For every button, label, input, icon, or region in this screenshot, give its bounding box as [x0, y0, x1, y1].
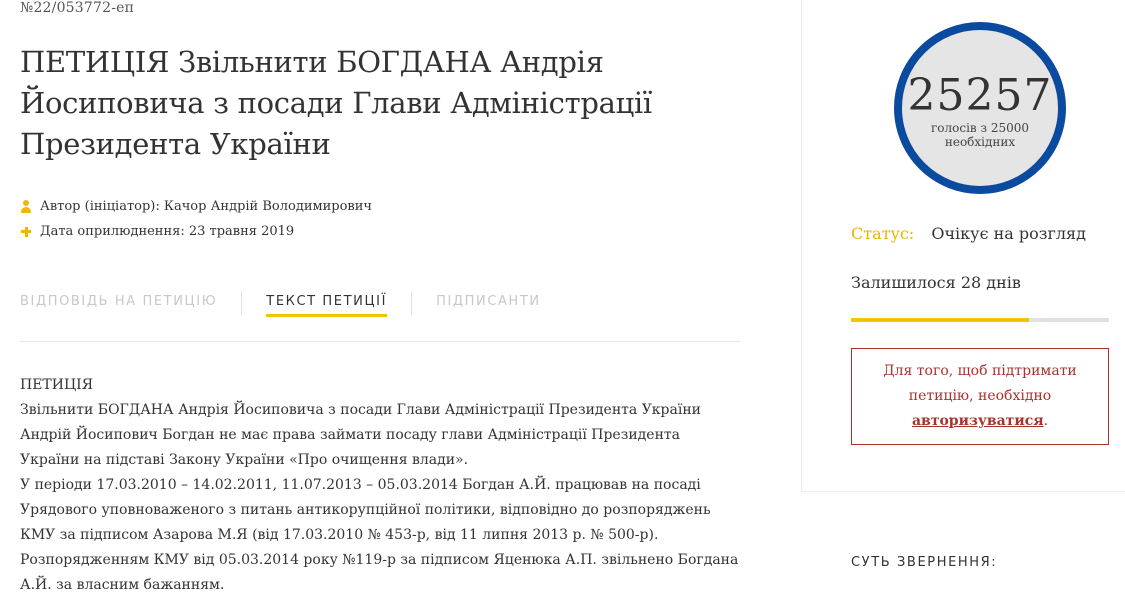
tab-divider: [241, 291, 243, 315]
tab-signatories[interactable]: ПІДПИСАНТИ: [436, 289, 541, 319]
auth-text-end: .: [1043, 413, 1049, 429]
progress-fill: [851, 318, 1030, 322]
page-title: ПЕТИЦІЯ Звільнити БОГДАНА Андрія Йосипов…: [20, 45, 652, 161]
petition-page: №22/053772-еп ПЕТИЦІЯ Звільнити БОГДАНА …: [0, 0, 1125, 594]
user-icon: [20, 200, 32, 213]
tab-response[interactable]: ВІДПОВІДЬ НА ПЕТИЦІЮ: [20, 289, 217, 319]
petition-text: ПЕТИЦІЯ Звільнити БОГДАНА Андрія Йосипов…: [20, 373, 740, 594]
status-label: Статус:: [851, 224, 915, 243]
days-remaining: Залишилося 28 днів: [851, 273, 1021, 292]
status-row: Статус: Очікує на розгляд: [851, 224, 1086, 243]
petition-author: Автор (ініціатор): Качор Андрій Володими…: [20, 199, 740, 214]
essence-heading: СУТЬ ЗВЕРНЕННЯ:: [851, 555, 998, 570]
vote-caption: голосів з 25000 необхідних: [930, 121, 1030, 149]
petition-paragraph: Звільнити БОГДАНА Андрія Йосиповича з по…: [20, 402, 702, 418]
content-divider: [20, 341, 740, 342]
tab-divider: [411, 291, 413, 315]
author-text: Автор (ініціатор): Качор Андрій Володими…: [40, 199, 372, 214]
petition-text-heading: ПЕТИЦІЯ: [20, 377, 94, 393]
status-value: Очікує на розгляд: [931, 224, 1086, 243]
plus-icon: [20, 225, 32, 238]
petition-tabs: ВІДПОВІДЬ НА ПЕТИЦІЮ ТЕКСТ ПЕТИЦІЇ ПІДПИ…: [20, 289, 740, 319]
petition-paragraph: Андрій Йосипович Богдан не має права зай…: [20, 427, 680, 468]
petition-paragraph: У періоди 17.03.2010 – 14.02.2011, 11.07…: [20, 477, 711, 543]
petition-paragraph: Розпорядженням КМУ від 05.03.2014 року №…: [20, 552, 739, 593]
vote-counter: 25257 голосів з 25000 необхідних: [894, 22, 1066, 194]
vote-count: 25257: [907, 70, 1053, 121]
main-column: №22/053772-еп ПЕТИЦІЯ Звільнити БОГДАНА …: [0, 0, 800, 594]
progress-bar: [851, 318, 1109, 322]
tab-text[interactable]: ТЕКСТ ПЕТИЦІЇ: [266, 289, 387, 319]
sidebar: 25257 голосів з 25000 необхідних Статус:…: [801, 0, 1125, 594]
date-text: Дата оприлюднення: 23 травня 2019: [40, 224, 295, 239]
auth-text: Для того, щоб підтримати петицію, необхі…: [883, 363, 1077, 404]
petition-number: №22/053772-еп: [20, 0, 135, 16]
petition-date: Дата оприлюднення: 23 травня 2019: [20, 224, 740, 239]
auth-notice: Для того, щоб підтримати петицію, необхі…: [851, 348, 1109, 445]
login-link[interactable]: авторизуватися: [912, 413, 1044, 429]
